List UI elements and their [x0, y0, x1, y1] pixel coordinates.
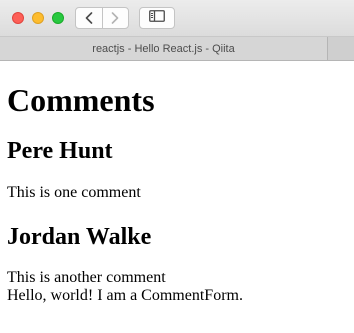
comment-text: This is one comment — [7, 184, 141, 201]
close-window-button[interactable] — [12, 12, 24, 24]
forward-button[interactable] — [101, 8, 129, 28]
browser-window: reactjs - Hello React.js - Qiita Comment… — [0, 0, 354, 333]
tab-title: reactjs - Hello React.js - Qiita — [92, 42, 235, 55]
back-icon — [85, 12, 93, 24]
active-tab[interactable]: reactjs - Hello React.js - Qiita — [0, 37, 328, 60]
tab-bar: reactjs - Hello React.js - Qiita — [0, 37, 354, 61]
page-title: Comments — [7, 82, 155, 118]
zoom-window-button[interactable] — [52, 12, 64, 24]
comment-form: Hello, world! I am a CommentForm. — [7, 287, 243, 304]
comment-author: Pere Hunt — [7, 138, 113, 164]
sidebar-icon — [149, 9, 165, 27]
page-content: Comments Pere Hunt This is one comment J… — [0, 61, 354, 333]
sidebar-button[interactable] — [139, 7, 175, 29]
title-bar — [0, 0, 354, 37]
forward-icon — [111, 12, 119, 24]
comment-text: This is another comment — [7, 269, 166, 286]
back-button[interactable] — [76, 8, 102, 28]
navigation-buttons — [75, 7, 129, 29]
comment-author: Jordan Walke — [7, 224, 152, 250]
minimize-window-button[interactable] — [32, 12, 44, 24]
